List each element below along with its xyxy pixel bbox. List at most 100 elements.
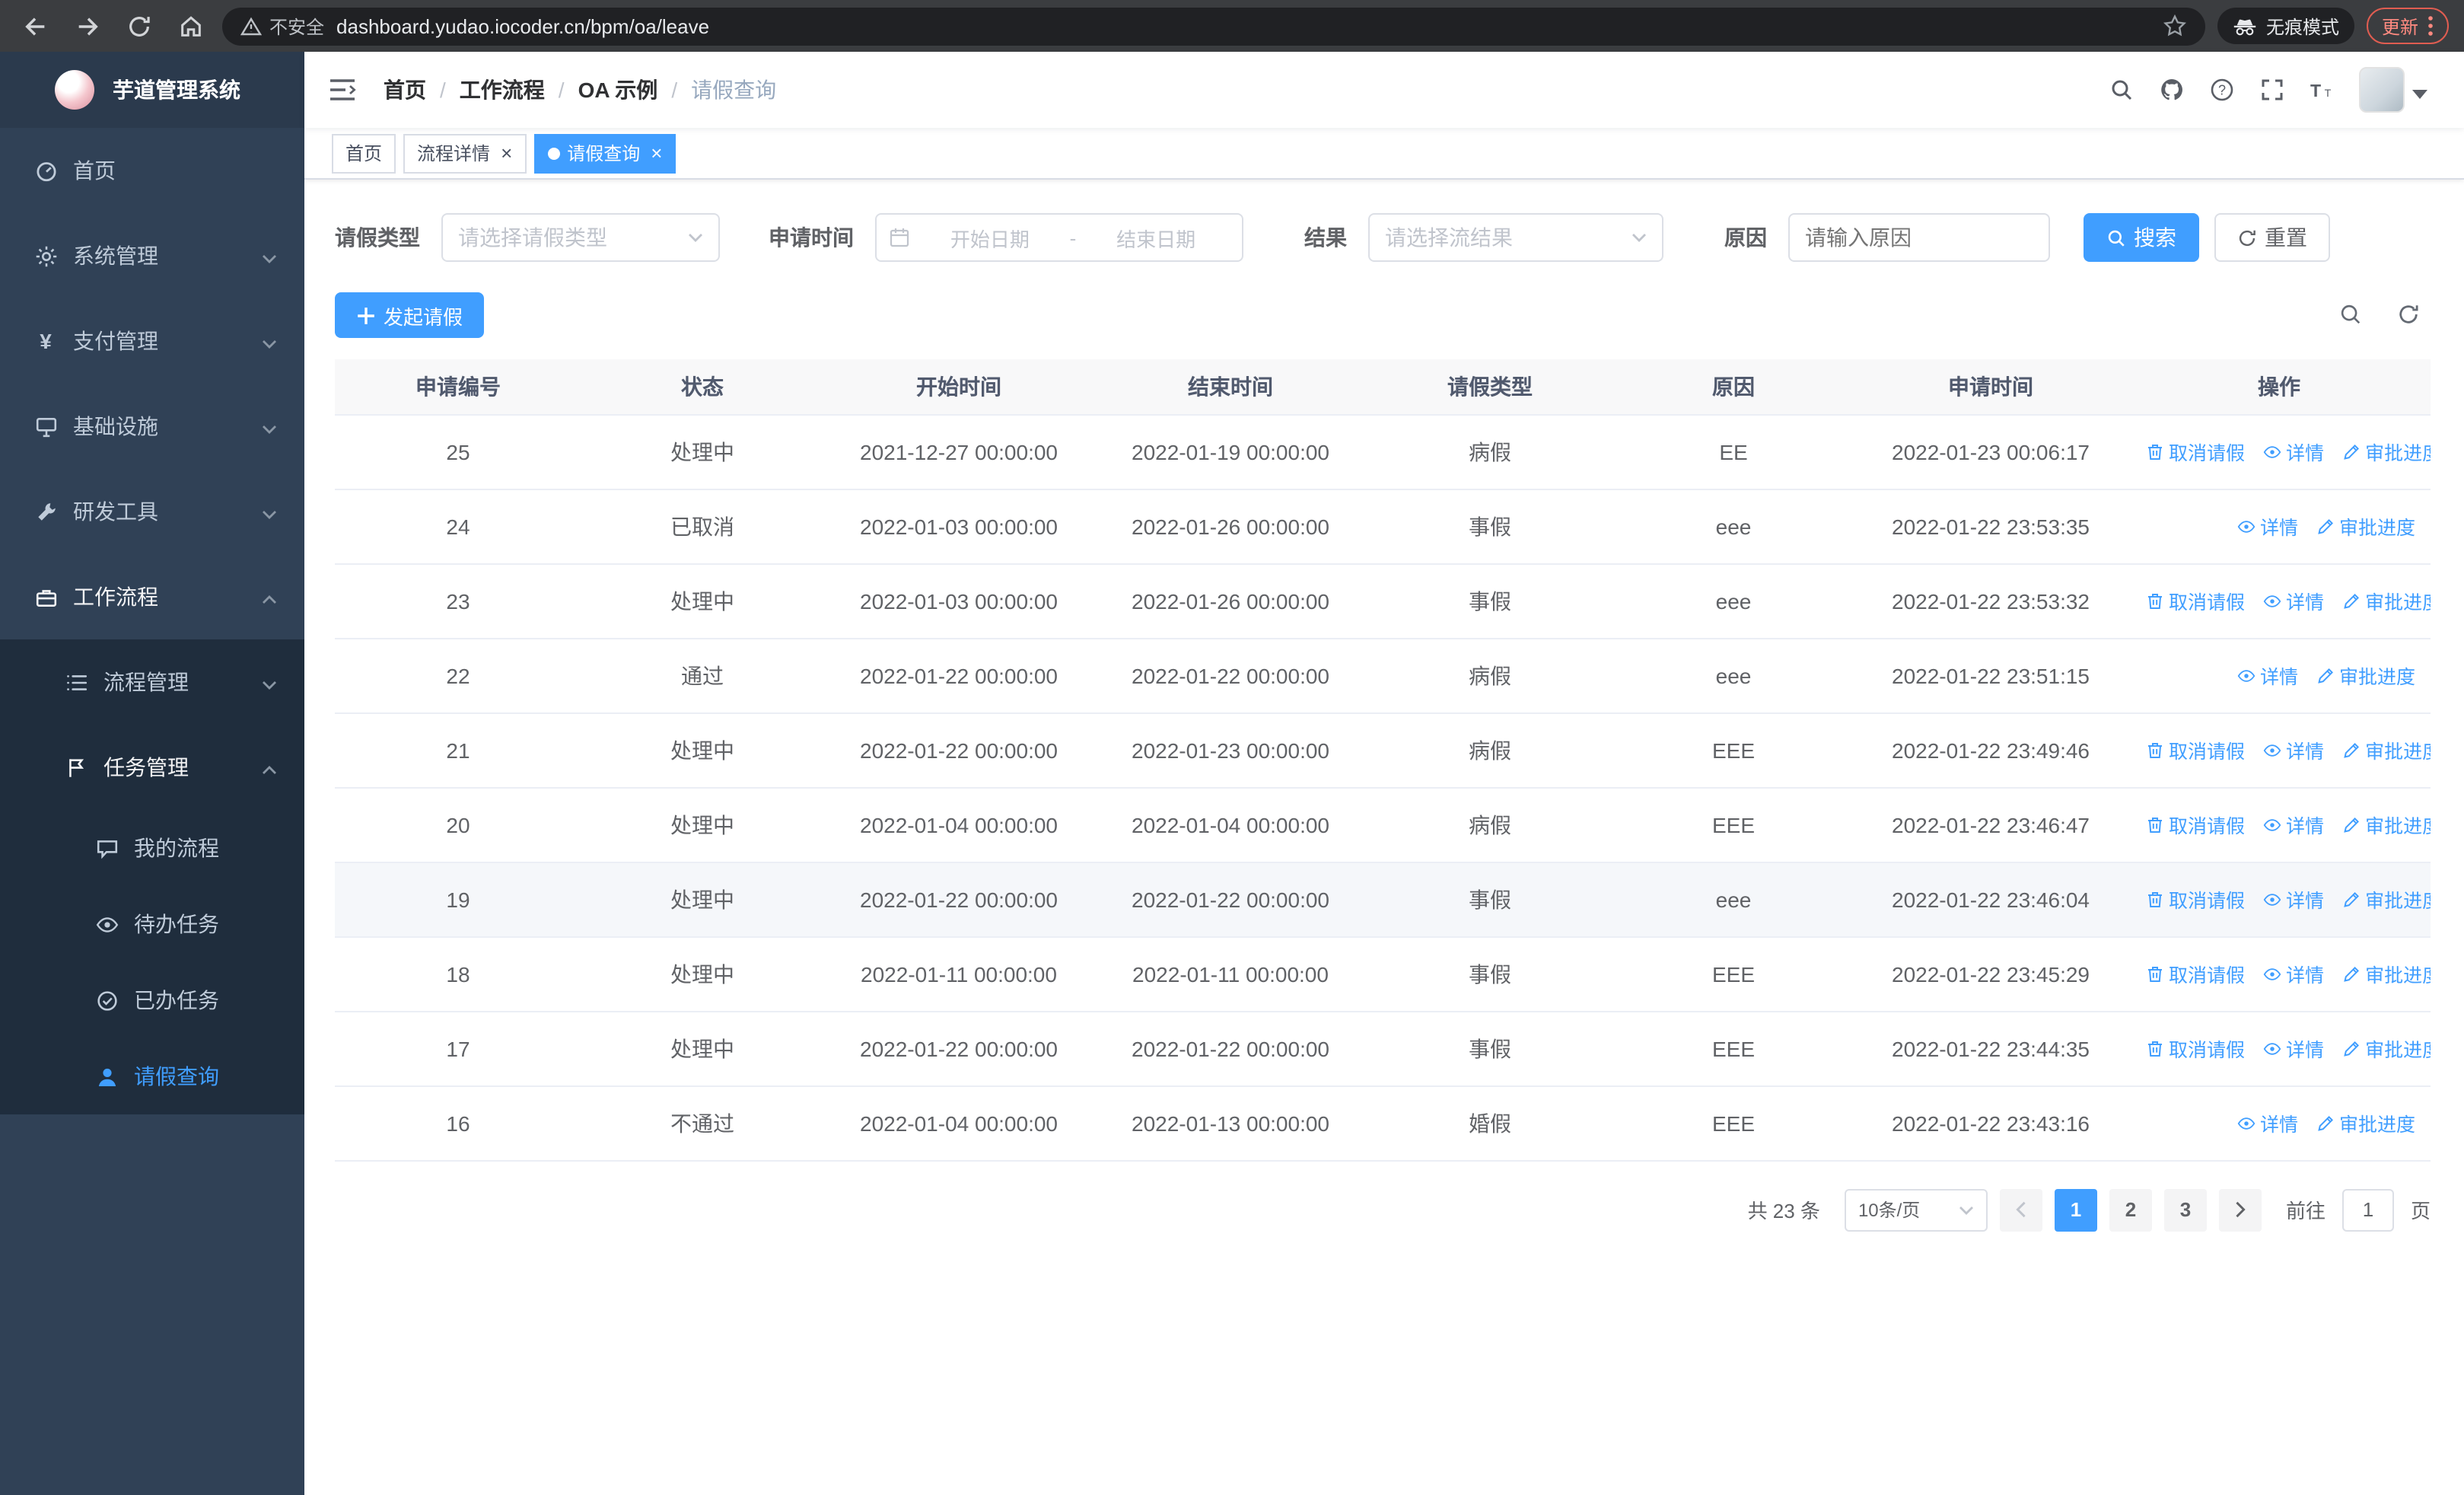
cell-apply-time: 2022-01-22 23:53:35 — [1854, 489, 2128, 564]
cell-actions: 取消请假详情审批进度 — [2128, 563, 2431, 639]
cancel-leave-link[interactable]: 取消请假 — [2146, 810, 2245, 839]
sidebar-item-home[interactable]: 首页 — [0, 128, 304, 213]
approval-progress-link[interactable]: 审批进度 — [2342, 437, 2431, 466]
sidebar-item-done-tasks[interactable]: 已办任务 — [0, 962, 304, 1038]
table-search-toggle-button[interactable] — [2339, 303, 2364, 327]
cell-start-time: 2022-01-11 00:00:00 — [823, 936, 1094, 1012]
fullscreen-icon[interactable] — [2259, 76, 2286, 104]
approval-progress-link[interactable]: 审批进度 — [2342, 810, 2431, 839]
edit-icon — [2344, 741, 2360, 757]
eye-icon — [2237, 520, 2255, 532]
table-row: 20 处理中 2022-01-04 00:00:00 2022-01-04 00:00… — [335, 787, 2431, 862]
page-number-button[interactable]: 2 — [2109, 1188, 2152, 1231]
search-icon[interactable] — [2108, 76, 2135, 104]
next-page-button[interactable] — [2218, 1188, 2262, 1231]
browser-refresh-button[interactable] — [119, 6, 158, 46]
page-number-button[interactable]: 1 — [2054, 1188, 2097, 1231]
close-icon[interactable]: × — [651, 143, 662, 163]
tab-process-detail[interactable]: 流程详情 × — [403, 133, 527, 173]
cell-reason: EEE — [1613, 1011, 1854, 1086]
cell-leave-type: 病假 — [1367, 414, 1613, 489]
start-date-input[interactable]: 开始日期 — [916, 223, 1064, 252]
approval-progress-link[interactable]: 审批进度 — [2342, 959, 2431, 988]
sidebar-item-infrastructure[interactable]: 基础设施 — [0, 384, 304, 469]
font-size-icon[interactable]: TT — [2309, 76, 2336, 104]
browser-update-button[interactable]: 更新 — [2366, 8, 2449, 44]
detail-link[interactable]: 详情 — [2237, 1108, 2298, 1137]
sidebar-item-task-management[interactable]: 任务管理 — [0, 725, 304, 810]
cell-reason: eee — [1613, 862, 1854, 937]
detail-link[interactable]: 详情 — [2263, 586, 2324, 615]
table-refresh-button[interactable] — [2397, 303, 2421, 327]
detail-link[interactable]: 详情 — [2237, 661, 2298, 690]
cell-status: 处理中 — [581, 936, 823, 1012]
cancel-leave-link[interactable]: 取消请假 — [2146, 586, 2245, 615]
approval-progress-link[interactable]: 审批进度 — [2342, 885, 2431, 913]
end-date-input[interactable]: 结束日期 — [1082, 223, 1230, 252]
cancel-leave-link[interactable]: 取消请假 — [2146, 885, 2245, 913]
date-range-picker[interactable]: 开始日期 - 结束日期 — [875, 213, 1243, 262]
detail-link[interactable]: 详情 — [2263, 735, 2324, 764]
sidebar-item-todo-tasks[interactable]: 待办任务 — [0, 886, 304, 962]
breadcrumb-item[interactable]: 工作流程 — [460, 75, 545, 105]
github-icon[interactable] — [2158, 76, 2185, 104]
edit-icon — [2344, 592, 2360, 608]
sidebar-item-process-management[interactable]: 流程管理 — [0, 639, 304, 725]
bookmark-star-icon[interactable] — [2163, 14, 2187, 38]
sidebar-toggle-button[interactable] — [329, 75, 359, 105]
close-icon[interactable]: × — [501, 143, 512, 163]
filter-bar: 请假类型 请选择请假类型 申请时间 开始日期 - 结束日期 结果 请选择流结果 … — [335, 213, 2427, 262]
search-button[interactable]: 搜索 — [2084, 213, 2199, 262]
cell-reason: EEE — [1613, 712, 1854, 788]
sidebar-item-system-management[interactable]: 系统管理 — [0, 213, 304, 298]
page-size-select[interactable]: 10条/页 — [1844, 1188, 1988, 1231]
user-menu[interactable] — [2359, 67, 2427, 113]
monitor-icon — [33, 414, 58, 438]
tab-leave-query[interactable]: 请假查询 × — [533, 133, 676, 173]
reason-input[interactable] — [1788, 213, 2050, 262]
browser-forward-button[interactable] — [67, 6, 107, 46]
approval-progress-link[interactable]: 审批进度 — [2316, 1108, 2415, 1137]
goto-page-input[interactable] — [2341, 1188, 2394, 1231]
detail-link[interactable]: 详情 — [2237, 512, 2298, 540]
detail-link[interactable]: 详情 — [2263, 885, 2324, 913]
edit-icon — [2318, 667, 2333, 683]
column-header-reason: 原因 — [1613, 359, 1854, 415]
reset-button[interactable]: 重置 — [2214, 213, 2330, 262]
app-logo[interactable]: 芋道管理系统 — [0, 52, 304, 128]
approval-progress-link[interactable]: 审批进度 — [2316, 661, 2415, 690]
cancel-leave-link[interactable]: 取消请假 — [2146, 1034, 2245, 1063]
approval-progress-link[interactable]: 审批进度 — [2342, 1034, 2431, 1063]
leave-type-select[interactable]: 请选择请假类型 — [441, 213, 720, 262]
tab-home[interactable]: 首页 — [332, 133, 396, 173]
cancel-leave-link[interactable]: 取消请假 — [2146, 959, 2245, 988]
approval-progress-link[interactable]: 审批进度 — [2342, 586, 2431, 615]
cell-reason: eee — [1613, 638, 1854, 713]
address-bar[interactable]: 不安全 dashboard.yudao.iocoder.cn/bpm/oa/le… — [222, 7, 2205, 45]
breadcrumb-item[interactable]: 首页 — [384, 75, 426, 105]
cancel-leave-link[interactable]: 取消请假 — [2146, 735, 2245, 764]
create-leave-button[interactable]: 发起请假 — [335, 292, 485, 338]
sidebar-item-workflow[interactable]: 工作流程 — [0, 554, 304, 639]
table-row: 16 不通过 2022-01-04 00:00:00 2022-01-13 00:00… — [335, 1085, 2431, 1161]
detail-link[interactable]: 详情 — [2263, 1034, 2324, 1063]
approval-progress-link[interactable]: 审批进度 — [2342, 735, 2431, 764]
page-content: 请假类型 请选择请假类型 申请时间 开始日期 - 结束日期 结果 请选择流结果 … — [304, 180, 2464, 1495]
cancel-leave-link[interactable]: 取消请假 — [2146, 437, 2245, 466]
approval-progress-link[interactable]: 审批进度 — [2316, 512, 2415, 540]
detail-link[interactable]: 详情 — [2263, 959, 2324, 988]
result-select[interactable]: 请选择流结果 — [1368, 213, 1663, 262]
sidebar-item-dev-tools[interactable]: 研发工具 — [0, 469, 304, 554]
help-icon[interactable]: ? — [2208, 76, 2236, 104]
security-warning[interactable]: 不安全 — [240, 13, 324, 39]
prev-page-button[interactable] — [1999, 1188, 2042, 1231]
sidebar-item-my-processes[interactable]: 我的流程 — [0, 810, 304, 886]
breadcrumb-item[interactable]: OA 示例 — [578, 75, 658, 105]
sidebar-item-leave-query[interactable]: 请假查询 — [0, 1038, 304, 1114]
detail-link[interactable]: 详情 — [2263, 810, 2324, 839]
browser-back-button[interactable] — [15, 6, 55, 46]
browser-home-button[interactable] — [170, 6, 210, 46]
page-number-button[interactable]: 3 — [2163, 1188, 2207, 1231]
detail-link[interactable]: 详情 — [2263, 437, 2324, 466]
sidebar-item-payment-management[interactable]: ¥ 支付管理 — [0, 298, 304, 384]
